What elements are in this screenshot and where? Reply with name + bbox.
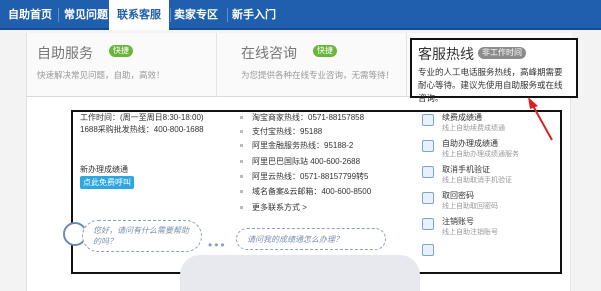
service-apply[interactable]: 自助办理成绩通 线上自助办理成绩通服务: [422, 138, 542, 164]
online-consult-column[interactable]: 在线咨询 快捷 为您提供各种在线专业咨询，无需等待！: [217, 33, 407, 97]
work-time: 工作时间：(周一至周日8:30-18:00): [80, 113, 204, 122]
nav-home[interactable]: 自助首页: [4, 0, 56, 30]
online-consult-title: 在线咨询: [241, 45, 297, 61]
hotline-title: 客服热线: [418, 46, 474, 62]
self-service-title: 自助服务: [37, 45, 93, 61]
more-icon: [422, 244, 434, 256]
renew-icon: [422, 114, 434, 126]
service-cancel-phone[interactable]: 取消手机验证 线上自助取消手机验证: [422, 164, 542, 190]
user-bubble: 请问我的成绩通怎么办理？: [236, 228, 386, 250]
hotline-item: 域名备案&云邮箱：400-600-8500: [240, 186, 371, 197]
hotline-desc: 专业的人工电话服务热线，高峰期需要耐心等待。建议先使用自助服务或在线咨询。: [418, 67, 563, 103]
agent-bubble: 您好，请问有什么需要帮助的吗？: [82, 220, 202, 252]
online-consult-desc: 为您提供各种在线专业咨询，无需等待！: [241, 70, 395, 80]
self-service-column[interactable]: 自助服务 快捷 快速解决常见问题，自助，高效！: [27, 33, 217, 97]
hotline-badge: 非工作时间: [478, 47, 526, 59]
nav-newbie[interactable]: 新手入门: [224, 0, 284, 30]
free-call-button[interactable]: 点此免费呼叫: [80, 176, 134, 189]
online-consult-badge: 快捷: [313, 45, 337, 57]
service-renew[interactable]: 续费成绩通 线上自助续费成绩通: [422, 112, 542, 138]
hotline-item: 支付宝热线：95188: [240, 126, 322, 137]
hotline-item: 阿里金融服务热线：95188-2: [240, 140, 353, 151]
more-contacts-link[interactable]: 更多联系方式 >: [240, 202, 307, 213]
hotline-column[interactable]: 客服热线 非工作时间 专业的人工电话服务热线，高峰期需要耐心等待。建议先使用自助…: [410, 38, 578, 103]
top-nav: 自助首页 常见问题 联系客服 卖家专区 新手入门: [0, 0, 601, 30]
ellipsis-icon: •••: [208, 238, 227, 252]
hand-photo: [180, 255, 420, 291]
lock-icon: [422, 192, 434, 204]
nav-divider: [58, 8, 59, 22]
new-channel-label: 新办理成绩通: [80, 165, 128, 174]
service-close-account[interactable]: 注销账号 线上自助注销账号: [422, 216, 542, 242]
nav-seller[interactable]: 卖家专区: [166, 0, 226, 30]
hotline-1688: 1688采购批发热线：400-800-1688: [80, 125, 204, 134]
service-more[interactable]: [422, 242, 542, 268]
apply-icon: [422, 140, 434, 152]
phone-icon: [422, 166, 434, 178]
hotline-item: 阿里巴巴国际站 400-600-2688: [240, 156, 360, 167]
account-icon: [422, 218, 434, 230]
hotline-item: 淘宝商家热线：0571-88157858: [240, 112, 364, 123]
self-service-desc: 快速解决常见问题，自助，高效！: [37, 70, 165, 80]
nav-faq[interactable]: 常见问题: [60, 0, 112, 30]
self-service-badge: 快捷: [109, 45, 133, 57]
nav-contact[interactable]: 联系客服: [109, 0, 169, 30]
service-reset-password[interactable]: 取回密码 线上自助取回密码: [422, 190, 542, 216]
hotline-item: 阿里云热线：0571-88157799转5: [240, 171, 369, 182]
